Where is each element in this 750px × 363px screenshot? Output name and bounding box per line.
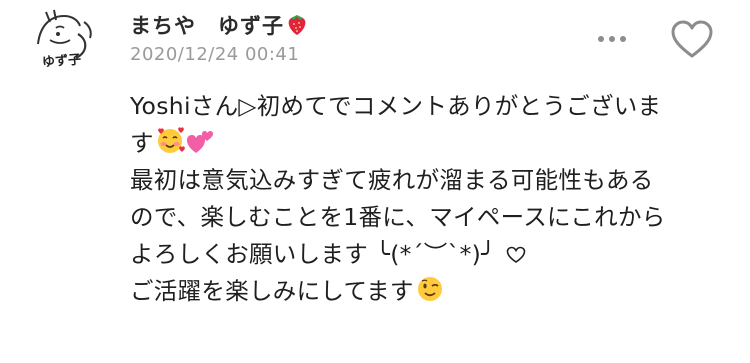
comment-card: ゆず子 まちや ゆず子 2020/12/24 00:41 Yoshiさん▷初めて… xyxy=(0,0,750,363)
more-dots-icon xyxy=(609,36,615,42)
comment-line-text: よろしくお願いします ╰(*´︶`*)╯ xyxy=(130,240,496,268)
avatar-signature: ゆず子 xyxy=(41,52,82,71)
more-options-button[interactable] xyxy=(594,24,630,54)
two-hearts-emoji xyxy=(186,126,216,167)
smiling-face-with-hearts-emoji xyxy=(155,126,185,167)
comment-line-text: す xyxy=(130,129,154,157)
avatar[interactable]: ゆず子 xyxy=(28,4,102,78)
heart-outline-icon xyxy=(506,238,526,275)
comment-line-text: ご活躍を楽しみにしてます xyxy=(130,277,414,305)
username[interactable]: まちや ゆず子 xyxy=(130,10,308,41)
heart-outline-icon xyxy=(671,20,713,58)
comment-line: 最初は意気込みすぎて疲れが溜まる可能性もある xyxy=(130,162,730,199)
strawberry-emoji xyxy=(286,12,308,41)
comment-line: ので、楽しむことを1番に、マイペースにこれから xyxy=(130,199,730,236)
comment-line: Yoshiさん▷初めてでコメントありがとうございま xyxy=(130,88,730,125)
comment-line-text: ので、楽しむことを1番に、マイペースにこれから xyxy=(130,203,666,231)
comment-timestamp: 2020/12/24 00:41 xyxy=(130,44,300,65)
like-button[interactable] xyxy=(670,20,714,60)
comment-line: ご活躍を楽しみにしてます xyxy=(130,273,730,310)
comment-line-text: Yoshiさん▷初めてでコメントありがとうございま xyxy=(130,92,662,120)
comment-line: す xyxy=(130,125,730,162)
winking-face-emoji xyxy=(415,274,445,315)
more-dots-icon xyxy=(598,36,604,42)
comment-line-text: 最初は意気込みすぎて疲れが溜まる可能性もある xyxy=(130,166,654,194)
comment-line: よろしくお願いします ╰(*´︶`*)╯ xyxy=(130,236,730,273)
username-text: まちや ゆず子 xyxy=(130,14,284,38)
more-dots-icon xyxy=(620,36,626,42)
comment-body: Yoshiさん▷初めてでコメントありがとうございま す 最初は意気込みすぎて疲れ… xyxy=(130,88,730,310)
